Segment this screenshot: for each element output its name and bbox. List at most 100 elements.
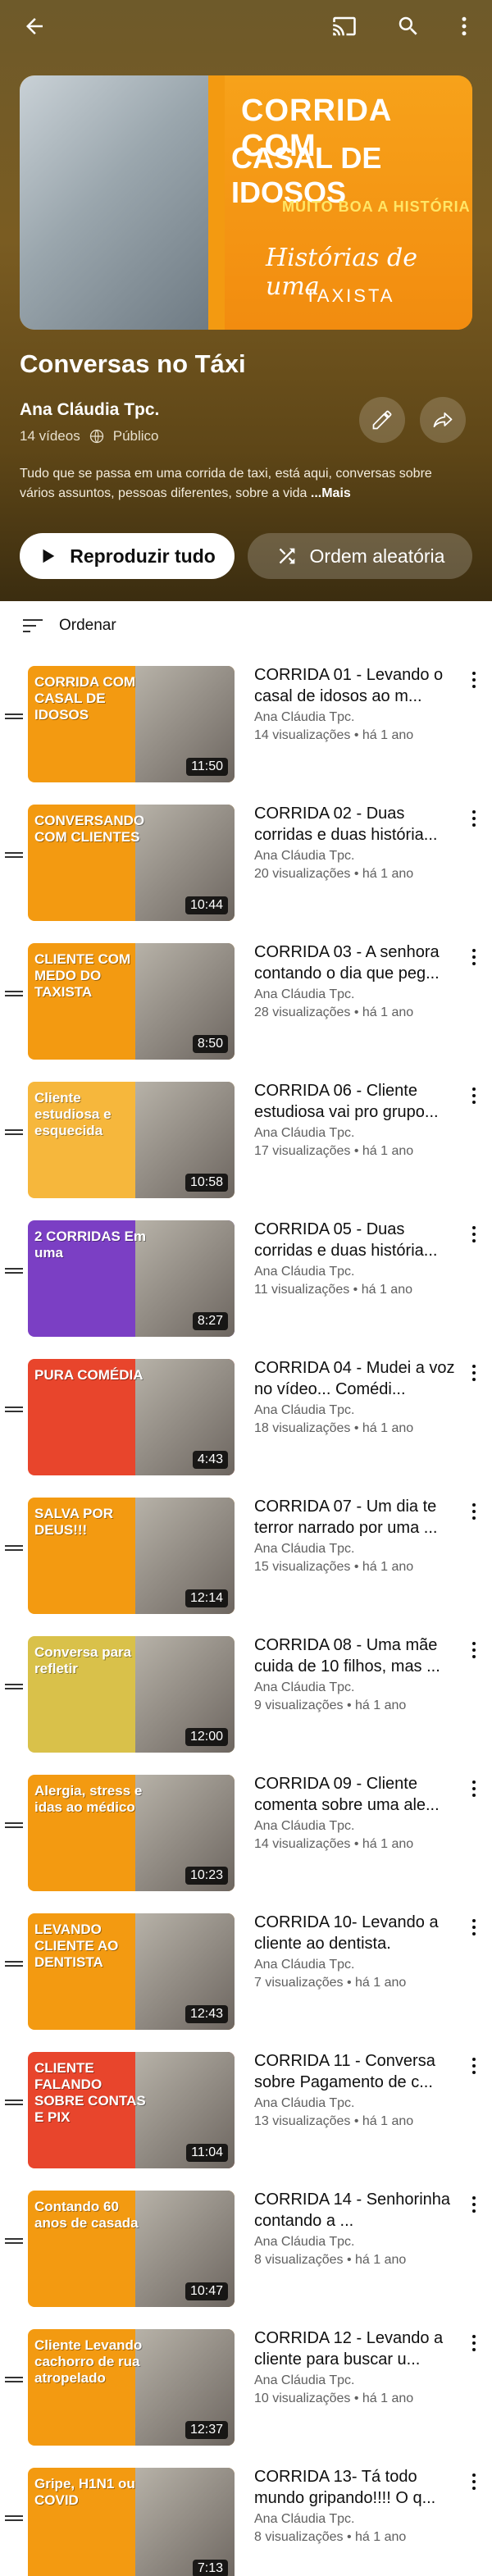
video-stats: 7 visualizações • há 1 ano — [254, 1976, 407, 1990]
playlist-video-row[interactable]: Gripe, H1N1 ou COVID 7:13 CORRIDA 13- Tá… — [0, 2463, 492, 2576]
video-info[interactable]: CORRIDA 03 - A senhora contando o dia qu… — [254, 941, 459, 1020]
cast-icon[interactable] — [326, 8, 362, 44]
drag-handle-icon[interactable] — [5, 2100, 23, 2111]
video-info[interactable]: CORRIDA 09 - Cliente comenta sobre uma a… — [254, 1773, 459, 1852]
playlist-video-row[interactable]: PURA COMÉDIA 4:43 CORRIDA 04 - Mudei a v… — [0, 1354, 492, 1493]
playlist-video-row[interactable]: LEVANDO CLIENTE AO DENTISTA 12:43 CORRID… — [0, 1908, 492, 2048]
cover-line-3: MUITO BOA A HISTÓRIA — [282, 198, 471, 215]
edit-button[interactable] — [359, 397, 405, 443]
video-info[interactable]: CORRIDA 13- Tá todo mundo gripando!!!! O… — [254, 2466, 459, 2545]
video-info[interactable]: CORRIDA 04 - Mudei a voz no vídeo... Com… — [254, 1357, 459, 1436]
more-vert-icon[interactable] — [464, 1082, 484, 1110]
more-vert-icon[interactable] — [464, 2468, 484, 2496]
more-vert-icon[interactable] — [464, 1498, 484, 1525]
thumbnail-text: Cliente estudiosa e esquecida — [34, 1090, 112, 1138]
video-info[interactable]: CORRIDA 06 - Cliente estudiosa vai pro g… — [254, 1080, 459, 1159]
duration-badge: 12:00 — [184, 1728, 228, 1746]
more-vert-icon[interactable] — [464, 2329, 484, 2357]
search-icon[interactable] — [390, 8, 426, 44]
playlist-video-row[interactable]: 2 CORRIDAS Em uma 8:27 CORRIDA 05 - Duas… — [0, 1215, 492, 1355]
video-info[interactable]: CORRIDA 12 - Levando a cliente para busc… — [254, 2328, 459, 2406]
video-title: CORRIDA 13- Tá todo mundo gripando!!!! O… — [254, 2468, 436, 2507]
drag-handle-icon[interactable] — [5, 1684, 23, 1695]
playlist-description[interactable]: Tudo que se passa em uma corrida de taxi… — [20, 464, 462, 504]
playlist-video-row[interactable]: CLIENTE FALANDO SOBRE CONTAS E PIX 11:04… — [0, 2047, 492, 2186]
playlist-video-row[interactable]: CORRIDA COM CASAL DE IDOSOS 11:50 CORRID… — [0, 661, 492, 800]
more-vert-icon[interactable] — [464, 1359, 484, 1387]
playlist-owner[interactable]: Ana Cláudia Tpc. — [20, 400, 159, 420]
more-vert-icon[interactable] — [464, 2191, 484, 2218]
sort-button[interactable]: Ordenar — [23, 617, 116, 635]
video-info[interactable]: CORRIDA 08 - Uma mãe cuida de 10 filhos,… — [254, 1635, 459, 1713]
playlist-video-row[interactable]: Cliente Levando cachorro de rua atropela… — [0, 2324, 492, 2464]
video-channel: Ana Cláudia Tpc. — [254, 1819, 355, 1833]
video-thumbnail[interactable]: Contando 60 anos de casada 10:47 — [28, 2191, 235, 2307]
video-info[interactable]: CORRIDA 14 - Senhorinha contando a ... A… — [254, 2189, 459, 2268]
drag-handle-icon[interactable] — [5, 1407, 23, 1418]
video-count: 14 vídeos — [20, 428, 80, 444]
video-title: CORRIDA 09 - Cliente comenta sobre uma a… — [254, 1775, 440, 1814]
more-vert-icon[interactable] — [464, 805, 484, 832]
drag-handle-icon[interactable] — [5, 714, 23, 725]
shuffle-button[interactable]: Ordem aleatória — [248, 533, 472, 579]
video-thumbnail[interactable]: Alergia, stress e idas ao médico 10:23 — [28, 1775, 235, 1891]
video-info[interactable]: CORRIDA 07 - Um dia te terror narrado po… — [254, 1496, 459, 1575]
playlist-video-row[interactable]: Alergia, stress e idas ao médico 10:23 C… — [0, 1770, 492, 1909]
more-vert-icon[interactable] — [464, 1220, 484, 1248]
share-button[interactable] — [420, 397, 466, 443]
video-thumbnail[interactable]: CLIENTE FALANDO SOBRE CONTAS E PIX 11:04 — [28, 2052, 235, 2168]
drag-handle-icon[interactable] — [5, 991, 23, 1002]
thumbnail-text: LEVANDO CLIENTE AO DENTISTA — [34, 1922, 119, 1970]
video-thumbnail[interactable]: LEVANDO CLIENTE AO DENTISTA 12:43 — [28, 1913, 235, 2030]
video-thumbnail[interactable]: CONVERSANDO COM CLIENTES 10:44 — [28, 805, 235, 921]
video-thumbnail[interactable]: Cliente estudiosa e esquecida 10:58 — [28, 1082, 235, 1198]
playlist-video-row[interactable]: CONVERSANDO COM CLIENTES 10:44 CORRIDA 0… — [0, 800, 492, 939]
drag-handle-icon[interactable] — [5, 1268, 23, 1279]
more-vert-icon[interactable] — [464, 1913, 484, 1941]
shuffle-label: Ordem aleatória — [309, 545, 445, 567]
more-vert-icon[interactable] — [464, 1636, 484, 1664]
video-thumbnail[interactable]: Conversa para refletir 12:00 — [28, 1636, 235, 1753]
video-stats: 8 visualizações • há 1 ano — [254, 2253, 407, 2267]
video-stats: 14 visualizações • há 1 ano — [254, 1837, 414, 1851]
playlist-cover-thumbnail[interactable]: CORRIDA COM CASAL DE IDOSOS MUITO BOA A … — [20, 75, 472, 330]
video-info[interactable]: CORRIDA 02 - Duas corridas e duas histór… — [254, 803, 459, 882]
video-channel: Ana Cláudia Tpc. — [254, 710, 355, 724]
more-vert-icon[interactable] — [464, 2052, 484, 2080]
video-thumbnail[interactable]: CLIENTE COM MEDO DO TAXISTA 8:50 — [28, 943, 235, 1060]
drag-handle-icon[interactable] — [5, 2515, 23, 2527]
thumbnail-text: CLIENTE FALANDO SOBRE CONTAS E PIX — [34, 2060, 146, 2125]
more-vert-icon[interactable] — [464, 1775, 484, 1803]
playlist-video-row[interactable]: CLIENTE COM MEDO DO TAXISTA 8:50 CORRIDA… — [0, 938, 492, 1078]
playlist-video-row[interactable]: SALVA POR DEUS!!! 12:14 CORRIDA 07 - Um … — [0, 1493, 492, 1632]
drag-handle-icon[interactable] — [5, 1822, 23, 1834]
more-vert-icon[interactable] — [464, 943, 484, 971]
play-all-label: Reproduzir tudo — [70, 545, 216, 567]
video-info[interactable]: CORRIDA 01 - Levando o casal de idosos a… — [254, 664, 459, 743]
more-vert-icon[interactable] — [464, 666, 484, 694]
drag-handle-icon[interactable] — [5, 1961, 23, 1972]
video-info[interactable]: CORRIDA 11 - Conversa sobre Pagamento de… — [254, 2050, 459, 2129]
playlist-video-row[interactable]: Conversa para refletir 12:00 CORRIDA 08 … — [0, 1631, 492, 1771]
more-link[interactable]: ...Mais — [311, 486, 351, 500]
video-thumbnail[interactable]: CORRIDA COM CASAL DE IDOSOS 11:50 — [28, 666, 235, 782]
play-all-button[interactable]: Reproduzir tudo — [20, 533, 235, 579]
video-thumbnail[interactable]: 2 CORRIDAS Em uma 8:27 — [28, 1220, 235, 1337]
drag-handle-icon[interactable] — [5, 2238, 23, 2250]
playlist-video-row[interactable]: Contando 60 anos de casada 10:47 CORRIDA… — [0, 2186, 492, 2325]
thumbnail-text: CLIENTE COM MEDO DO TAXISTA — [34, 951, 131, 1000]
video-thumbnail[interactable]: Cliente Levando cachorro de rua atropela… — [28, 2329, 235, 2446]
more-vert-icon[interactable] — [446, 8, 482, 44]
duration-badge: 12:14 — [184, 1589, 228, 1607]
video-thumbnail[interactable]: PURA COMÉDIA 4:43 — [28, 1359, 235, 1475]
drag-handle-icon[interactable] — [5, 2377, 23, 2388]
drag-handle-icon[interactable] — [5, 852, 23, 864]
playlist-video-row[interactable]: Cliente estudiosa e esquecida 10:58 CORR… — [0, 1077, 492, 1216]
drag-handle-icon[interactable] — [5, 1545, 23, 1557]
video-thumbnail[interactable]: SALVA POR DEUS!!! 12:14 — [28, 1498, 235, 1614]
drag-handle-icon[interactable] — [5, 1129, 23, 1141]
video-thumbnail[interactable]: Gripe, H1N1 ou COVID 7:13 — [28, 2468, 235, 2576]
back-arrow-icon[interactable] — [16, 8, 52, 44]
video-info[interactable]: CORRIDA 05 - Duas corridas e duas histór… — [254, 1219, 459, 1297]
video-info[interactable]: CORRIDA 10- Levando a cliente ao dentist… — [254, 1912, 459, 1990]
